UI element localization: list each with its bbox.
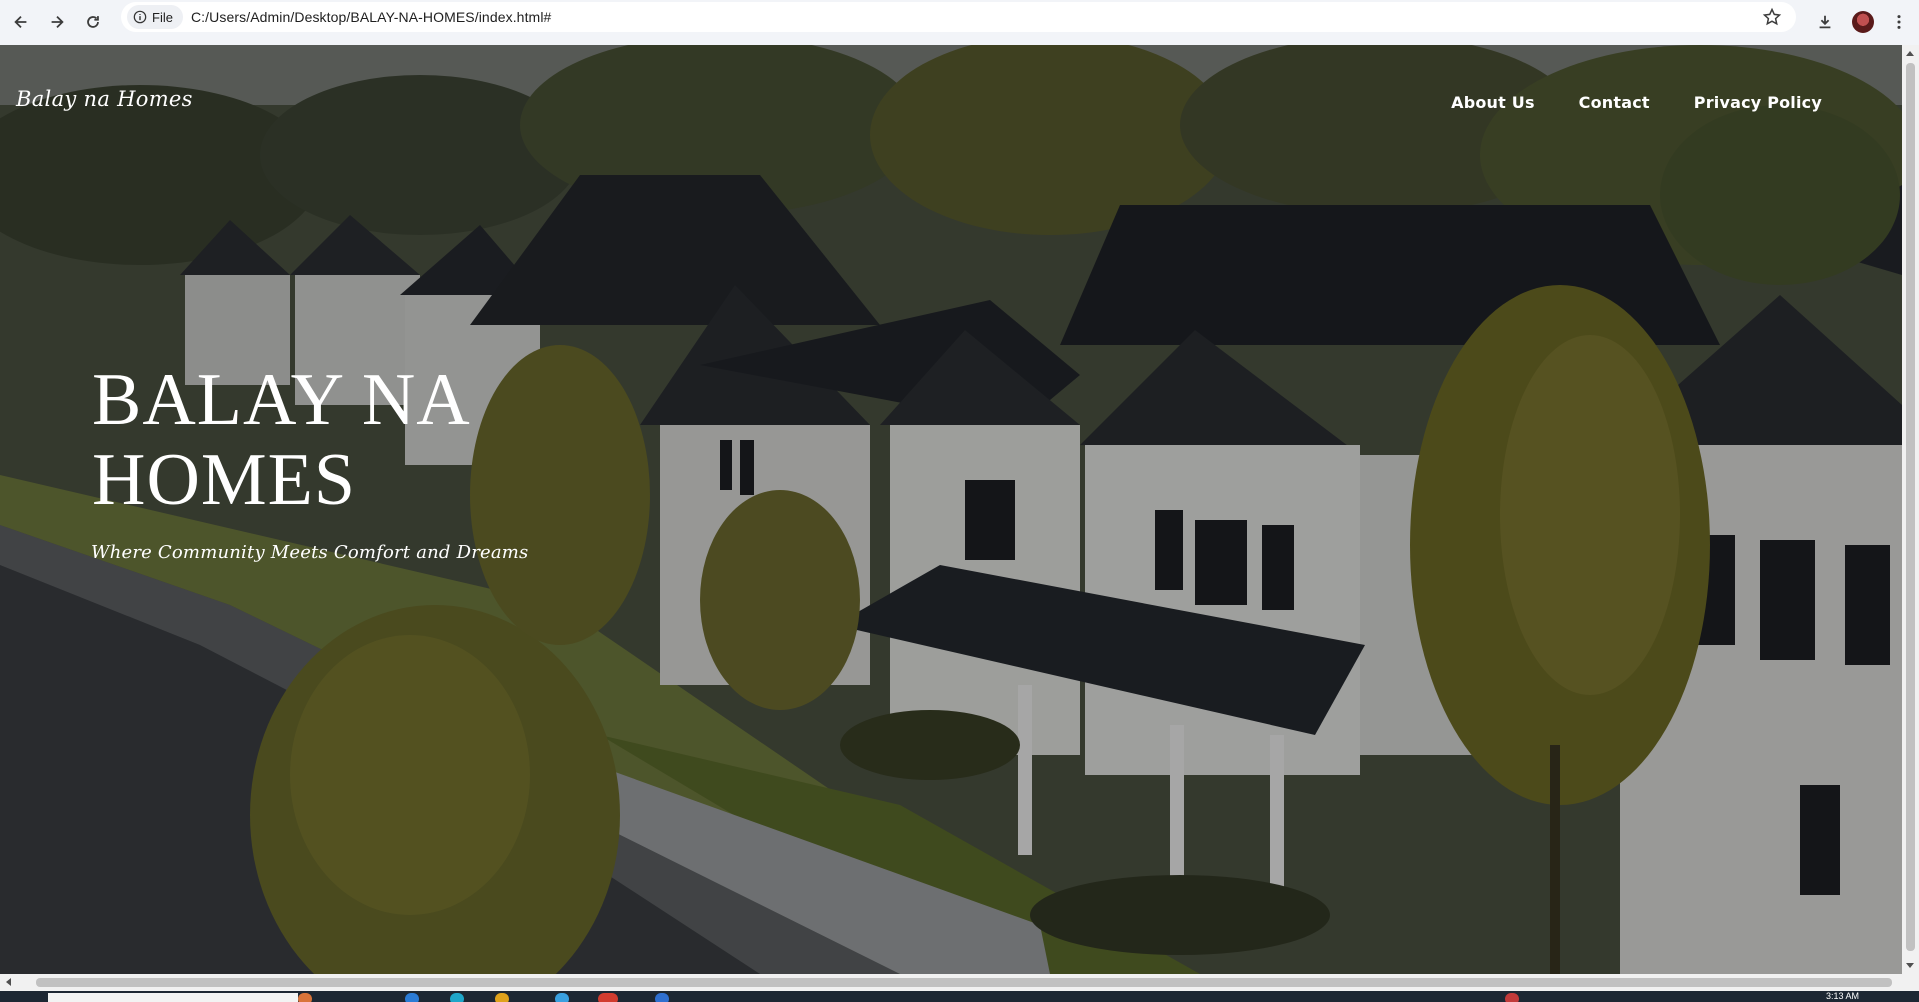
taskbar-clock[interactable]: 3:13 AM — [1826, 991, 1859, 1002]
taskbar-app-icon[interactable] — [555, 993, 569, 1002]
taskbar-tray-icon[interactable] — [1505, 993, 1519, 1002]
site-logo[interactable]: Balay na Homes — [16, 87, 193, 111]
vertical-scroll-thumb[interactable] — [1906, 63, 1915, 951]
nav-link-contact[interactable]: Contact — [1579, 93, 1650, 112]
page-viewport: Balay na Homes About Us Contact Privacy … — [0, 45, 1902, 974]
download-icon — [1819, 15, 1831, 29]
taskbar-app-icon[interactable] — [655, 993, 669, 1002]
profile-button[interactable] — [1846, 5, 1880, 39]
taskbar-app-icon[interactable] — [450, 993, 464, 1002]
downloads-button[interactable] — [1808, 5, 1842, 39]
nav-link-about[interactable]: About Us — [1451, 93, 1535, 112]
forward-button[interactable] — [40, 5, 74, 39]
taskbar-app-icon[interactable] — [495, 993, 509, 1002]
horizontal-scroll-thumb[interactable] — [36, 978, 1892, 987]
bookmark-star-icon[interactable] — [1762, 7, 1782, 27]
hero-title-line2: HOMES — [92, 439, 357, 521]
browser-toolbar: File C:/Users/Admin/Desktop/BALAY-NA-HOM… — [0, 0, 1919, 45]
os-taskbar: 3:13 AM — [0, 991, 1919, 1002]
browser-menu-button[interactable] — [1882, 5, 1916, 39]
hero-section: Balay na Homes About Us Contact Privacy … — [0, 45, 1902, 974]
nav-link-privacy[interactable]: Privacy Policy — [1694, 93, 1822, 112]
kebab-menu-icon — [1897, 15, 1901, 29]
info-icon — [133, 10, 147, 24]
hero-title-line1: BALAY NA — [92, 359, 471, 441]
url-text[interactable]: C:/Users/Admin/Desktop/BALAY-NA-HOMES/in… — [191, 9, 551, 25]
taskbar-search-box[interactable] — [48, 993, 298, 1002]
site-info-chip[interactable]: File — [127, 5, 183, 29]
reload-button[interactable] — [76, 5, 110, 39]
scroll-down-arrow-icon[interactable] — [1906, 963, 1914, 968]
file-chip-label: File — [152, 9, 173, 25]
taskbar-app-icon[interactable] — [298, 993, 312, 1002]
taskbar-app-icon[interactable] — [405, 993, 419, 1002]
arrow-right-icon — [51, 15, 64, 29]
vertical-scrollbar[interactable] — [1902, 45, 1919, 974]
arrow-left-icon — [14, 15, 27, 29]
avatar — [1852, 11, 1874, 33]
reload-icon — [87, 16, 99, 28]
scroll-left-arrow-icon[interactable] — [6, 978, 11, 986]
address-bar[interactable]: File C:/Users/Admin/Desktop/BALAY-NA-HOM… — [121, 2, 1796, 32]
main-nav: About Us Contact Privacy Policy — [1451, 93, 1822, 112]
site-header: Balay na Homes About Us Contact Privacy … — [0, 45, 1902, 165]
back-button[interactable] — [4, 5, 38, 39]
taskbar-chrome-icon[interactable] — [598, 993, 618, 1002]
hero-title: BALAY NA HOMES — [92, 360, 592, 520]
horizontal-scrollbar[interactable] — [0, 974, 1902, 991]
scroll-up-arrow-icon[interactable] — [1906, 51, 1914, 56]
hero-tagline: Where Community Meets Comfort and Dreams — [91, 542, 529, 563]
scrollbar-corner — [1902, 974, 1919, 991]
